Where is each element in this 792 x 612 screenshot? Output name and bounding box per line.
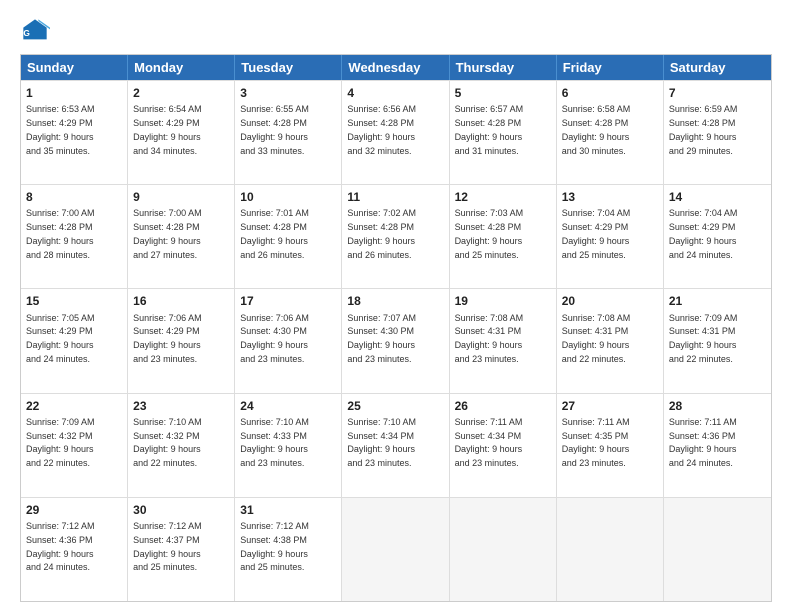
calendar-body: 1Sunrise: 6:53 AMSunset: 4:29 PMDaylight… bbox=[21, 80, 771, 601]
table-row bbox=[342, 498, 449, 601]
header-thursday: Thursday bbox=[450, 55, 557, 80]
table-row: 31Sunrise: 7:12 AMSunset: 4:38 PMDayligh… bbox=[235, 498, 342, 601]
table-row: 17Sunrise: 7:06 AMSunset: 4:30 PMDayligh… bbox=[235, 289, 342, 392]
table-row: 4Sunrise: 6:56 AMSunset: 4:28 PMDaylight… bbox=[342, 81, 449, 184]
header-saturday: Saturday bbox=[664, 55, 771, 80]
calendar-row-4: 22Sunrise: 7:09 AMSunset: 4:32 PMDayligh… bbox=[21, 393, 771, 497]
table-row: 3Sunrise: 6:55 AMSunset: 4:28 PMDaylight… bbox=[235, 81, 342, 184]
calendar-row-3: 15Sunrise: 7:05 AMSunset: 4:29 PMDayligh… bbox=[21, 288, 771, 392]
table-row: 23Sunrise: 7:10 AMSunset: 4:32 PMDayligh… bbox=[128, 394, 235, 497]
table-row bbox=[450, 498, 557, 601]
table-row: 11Sunrise: 7:02 AMSunset: 4:28 PMDayligh… bbox=[342, 185, 449, 288]
calendar: SundayMondayTuesdayWednesdayThursdayFrid… bbox=[20, 54, 772, 602]
table-row: 9Sunrise: 7:00 AMSunset: 4:28 PMDaylight… bbox=[128, 185, 235, 288]
table-row: 10Sunrise: 7:01 AMSunset: 4:28 PMDayligh… bbox=[235, 185, 342, 288]
table-row bbox=[664, 498, 771, 601]
table-row: 21Sunrise: 7:09 AMSunset: 4:31 PMDayligh… bbox=[664, 289, 771, 392]
table-row: 22Sunrise: 7:09 AMSunset: 4:32 PMDayligh… bbox=[21, 394, 128, 497]
table-row: 2Sunrise: 6:54 AMSunset: 4:29 PMDaylight… bbox=[128, 81, 235, 184]
calendar-row-2: 8Sunrise: 7:00 AMSunset: 4:28 PMDaylight… bbox=[21, 184, 771, 288]
header-wednesday: Wednesday bbox=[342, 55, 449, 80]
top-area: G bbox=[20, 16, 772, 46]
calendar-row-1: 1Sunrise: 6:53 AMSunset: 4:29 PMDaylight… bbox=[21, 80, 771, 184]
header-friday: Friday bbox=[557, 55, 664, 80]
table-row: 5Sunrise: 6:57 AMSunset: 4:28 PMDaylight… bbox=[450, 81, 557, 184]
table-row bbox=[557, 498, 664, 601]
table-row: 20Sunrise: 7:08 AMSunset: 4:31 PMDayligh… bbox=[557, 289, 664, 392]
header-tuesday: Tuesday bbox=[235, 55, 342, 80]
calendar-page: G SundayMondayTuesdayWednesdayThursdayFr… bbox=[0, 0, 792, 612]
table-row: 8Sunrise: 7:00 AMSunset: 4:28 PMDaylight… bbox=[21, 185, 128, 288]
table-row: 16Sunrise: 7:06 AMSunset: 4:29 PMDayligh… bbox=[128, 289, 235, 392]
calendar-row-5: 29Sunrise: 7:12 AMSunset: 4:36 PMDayligh… bbox=[21, 497, 771, 601]
table-row: 27Sunrise: 7:11 AMSunset: 4:35 PMDayligh… bbox=[557, 394, 664, 497]
table-row: 15Sunrise: 7:05 AMSunset: 4:29 PMDayligh… bbox=[21, 289, 128, 392]
table-row: 19Sunrise: 7:08 AMSunset: 4:31 PMDayligh… bbox=[450, 289, 557, 392]
table-row: 29Sunrise: 7:12 AMSunset: 4:36 PMDayligh… bbox=[21, 498, 128, 601]
header-sunday: Sunday bbox=[21, 55, 128, 80]
table-row: 24Sunrise: 7:10 AMSunset: 4:33 PMDayligh… bbox=[235, 394, 342, 497]
table-row: 13Sunrise: 7:04 AMSunset: 4:29 PMDayligh… bbox=[557, 185, 664, 288]
table-row: 14Sunrise: 7:04 AMSunset: 4:29 PMDayligh… bbox=[664, 185, 771, 288]
table-row: 6Sunrise: 6:58 AMSunset: 4:28 PMDaylight… bbox=[557, 81, 664, 184]
svg-text:G: G bbox=[23, 28, 29, 38]
table-row: 30Sunrise: 7:12 AMSunset: 4:37 PMDayligh… bbox=[128, 498, 235, 601]
calendar-header: SundayMondayTuesdayWednesdayThursdayFrid… bbox=[21, 55, 771, 80]
table-row: 1Sunrise: 6:53 AMSunset: 4:29 PMDaylight… bbox=[21, 81, 128, 184]
logo-icon: G bbox=[20, 16, 50, 46]
logo: G bbox=[20, 16, 54, 46]
table-row: 25Sunrise: 7:10 AMSunset: 4:34 PMDayligh… bbox=[342, 394, 449, 497]
header-monday: Monday bbox=[128, 55, 235, 80]
table-row: 28Sunrise: 7:11 AMSunset: 4:36 PMDayligh… bbox=[664, 394, 771, 497]
table-row: 12Sunrise: 7:03 AMSunset: 4:28 PMDayligh… bbox=[450, 185, 557, 288]
table-row: 18Sunrise: 7:07 AMSunset: 4:30 PMDayligh… bbox=[342, 289, 449, 392]
table-row: 7Sunrise: 6:59 AMSunset: 4:28 PMDaylight… bbox=[664, 81, 771, 184]
table-row: 26Sunrise: 7:11 AMSunset: 4:34 PMDayligh… bbox=[450, 394, 557, 497]
